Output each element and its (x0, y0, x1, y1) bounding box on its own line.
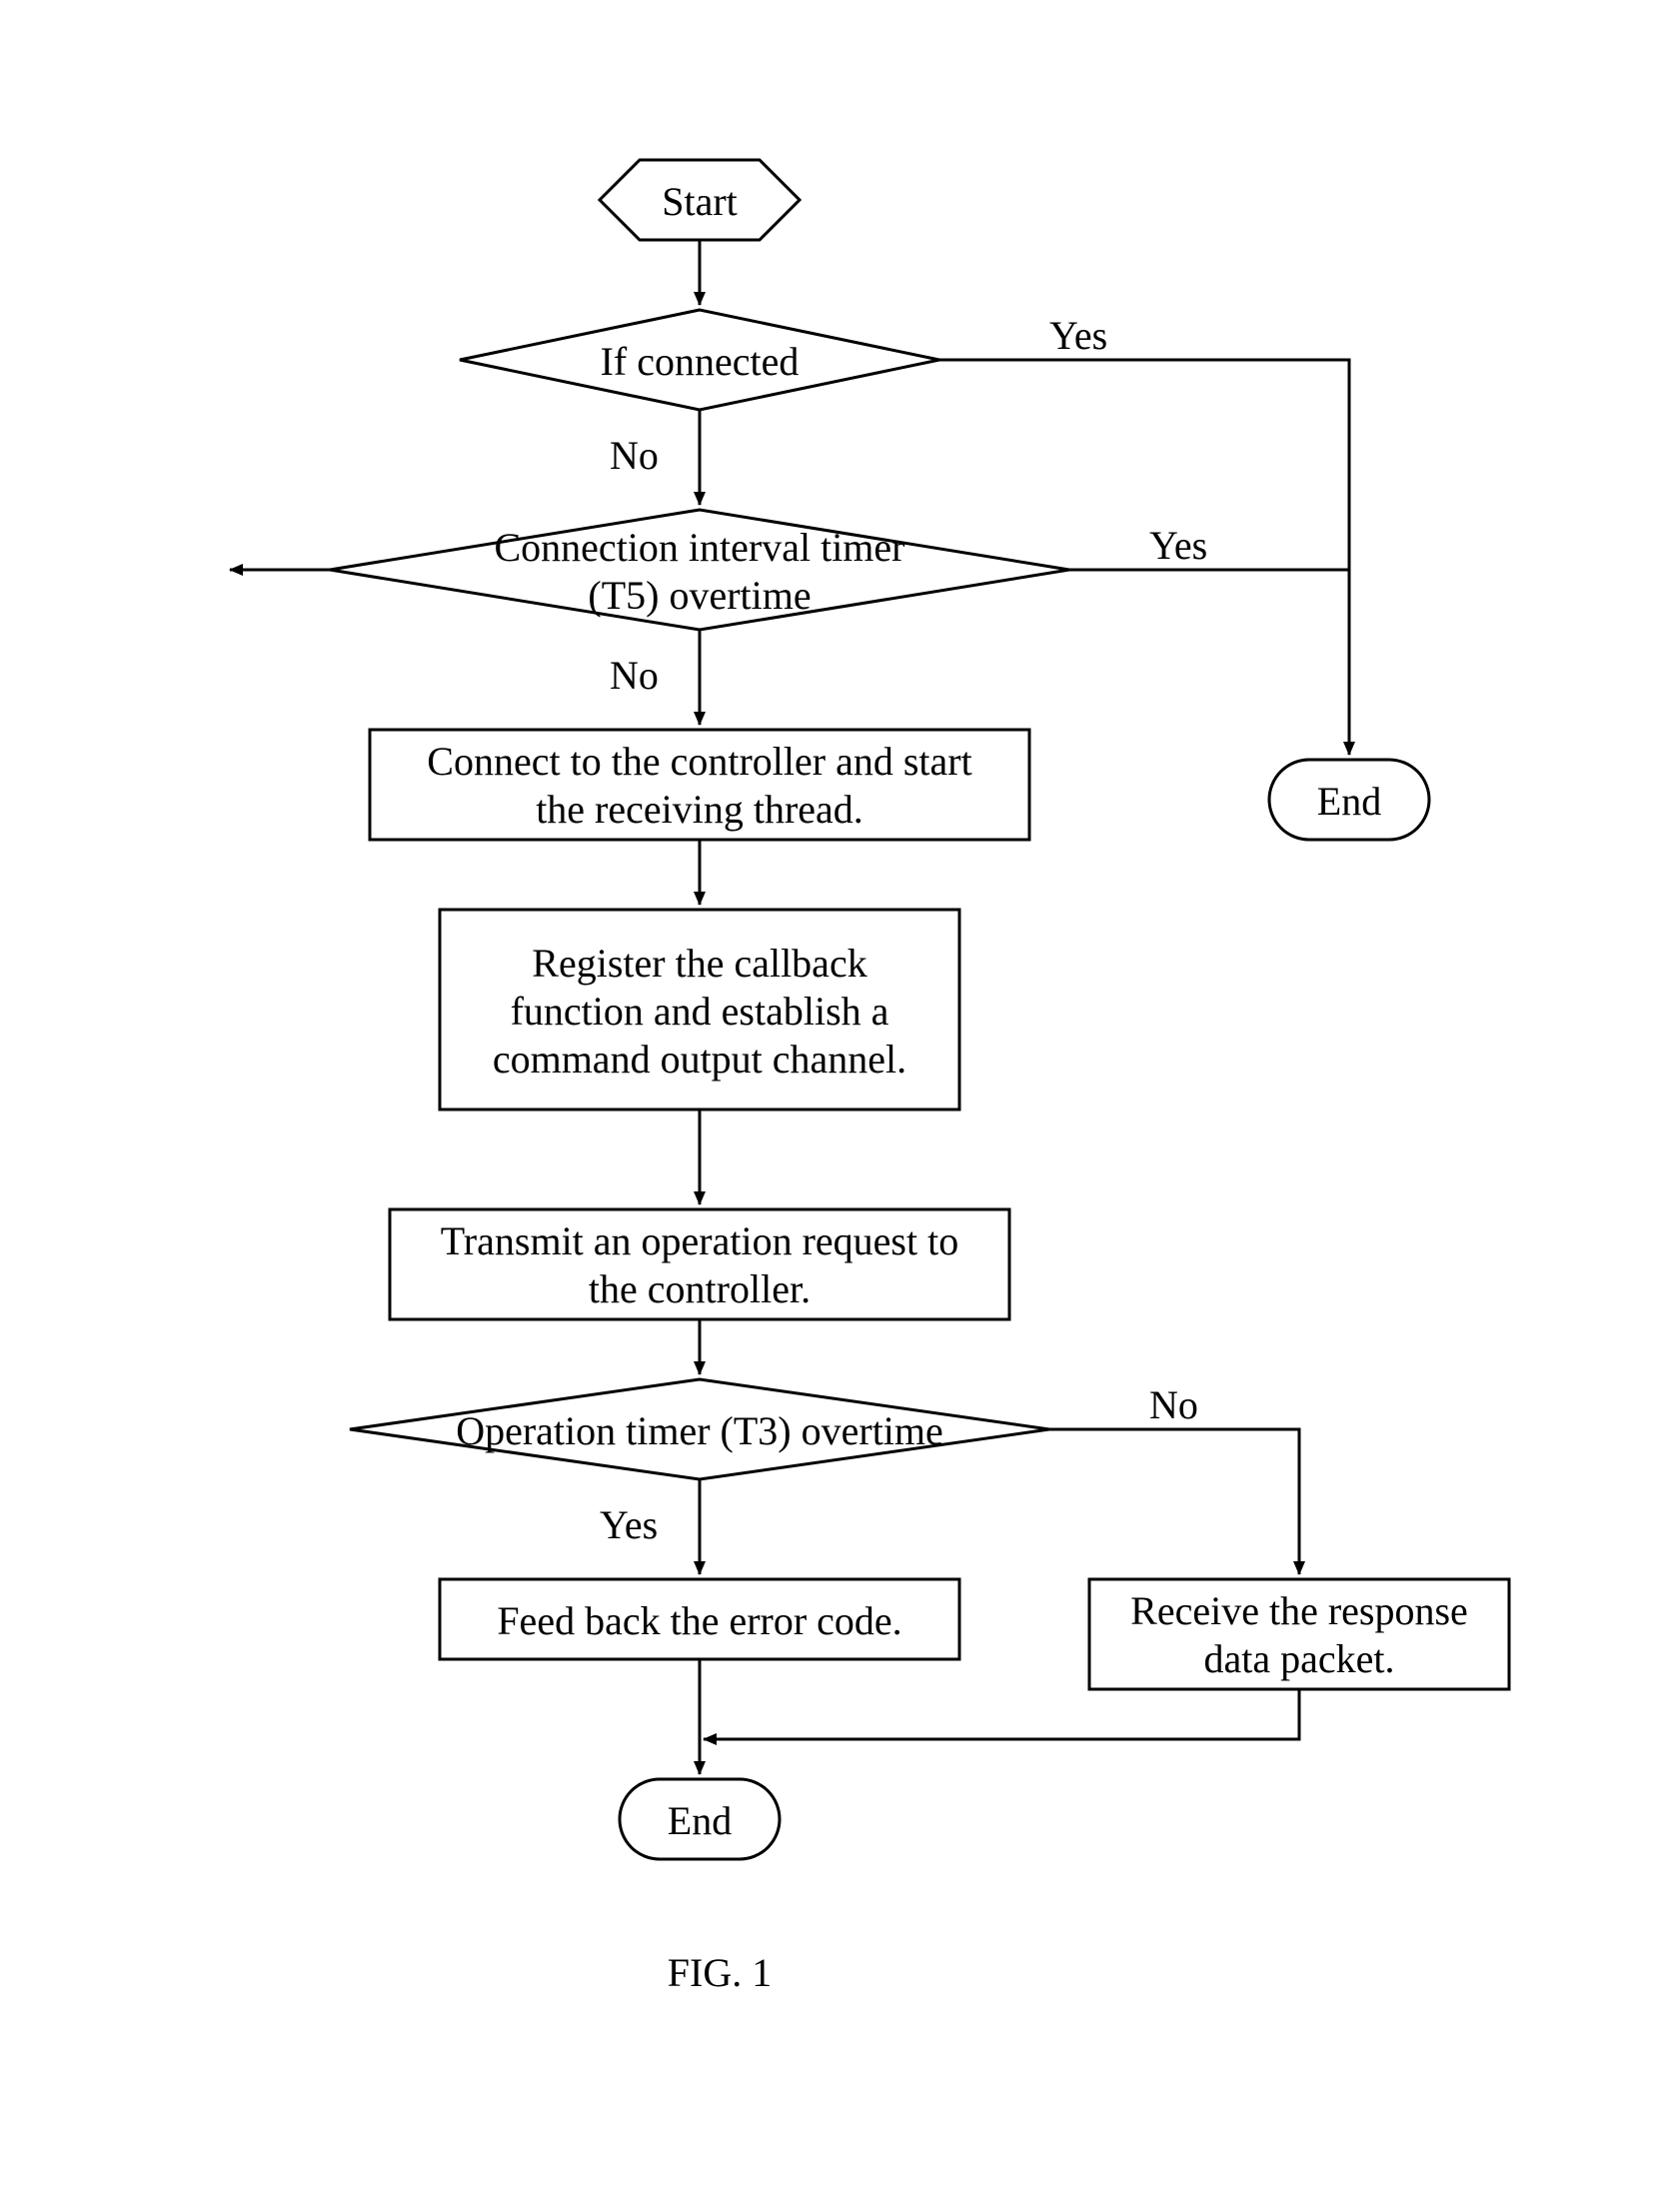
t3-node: Operation timer (T3) overtime (400, 1407, 999, 1455)
label-yes-2: Yes (1149, 522, 1207, 569)
label-no-1: No (610, 432, 659, 479)
if-connected-node: If connected (540, 338, 859, 386)
end1-node: End (1269, 778, 1429, 826)
flowchart-canvas: Start If connected Connection interval t… (0, 0, 1680, 2195)
register-node: Register the callback function and estab… (440, 940, 959, 1084)
feedback-node: Feed back the error code. (440, 1597, 959, 1645)
label-yes-3: Yes (600, 1501, 658, 1548)
start-node: Start (600, 178, 800, 226)
label-no-2: No (610, 652, 659, 699)
label-no-3: No (1149, 1381, 1198, 1428)
t5-node: Connection interval timer (T5) overtime (380, 524, 1019, 620)
connect-node: Connect to the controller and start the … (370, 738, 1029, 834)
transmit-node: Transmit an operation request to the con… (390, 1217, 1009, 1313)
figure-caption: FIG. 1 (640, 1949, 800, 1996)
label-yes-1: Yes (1049, 312, 1107, 359)
end2-node: End (620, 1797, 780, 1845)
flowchart-svg (0, 0, 1680, 2195)
receive-node: Receive the response data packet. (1089, 1587, 1509, 1683)
